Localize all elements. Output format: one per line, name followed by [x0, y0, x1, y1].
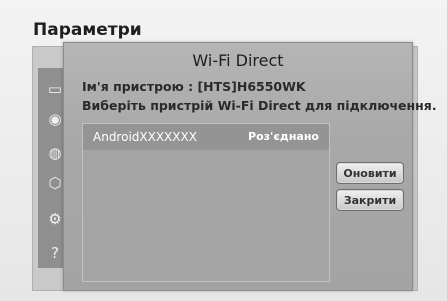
device-name-label: Ім'я пристрою : [HTS]H6550WK [82, 79, 306, 94]
settings-screen: Параметри ▭ ◉ ◍ ⬡ ⚙ ? Wi-Fi Direct Ім'я … [0, 0, 447, 301]
device-list: AndroidXXXXXXX Роз'єднано [82, 123, 330, 282]
select-device-prompt: Виберіть пристрій Wi-Fi Direct для підкл… [82, 98, 437, 113]
dialog-title: Wi-Fi Direct [192, 51, 284, 70]
close-button[interactable]: Закрити [336, 189, 404, 211]
device-row[interactable]: AndroidXXXXXXX Роз'єднано [83, 124, 329, 150]
page-title: Параметри [33, 20, 142, 40]
device-status: Роз'єднано [248, 130, 319, 143]
device-name: AndroidXXXXXXX [93, 130, 197, 144]
wifi-direct-dialog: Wi-Fi Direct Ім'я пристрою : [HTS]H6550W… [63, 42, 437, 291]
refresh-button[interactable]: Оновити [336, 162, 404, 184]
